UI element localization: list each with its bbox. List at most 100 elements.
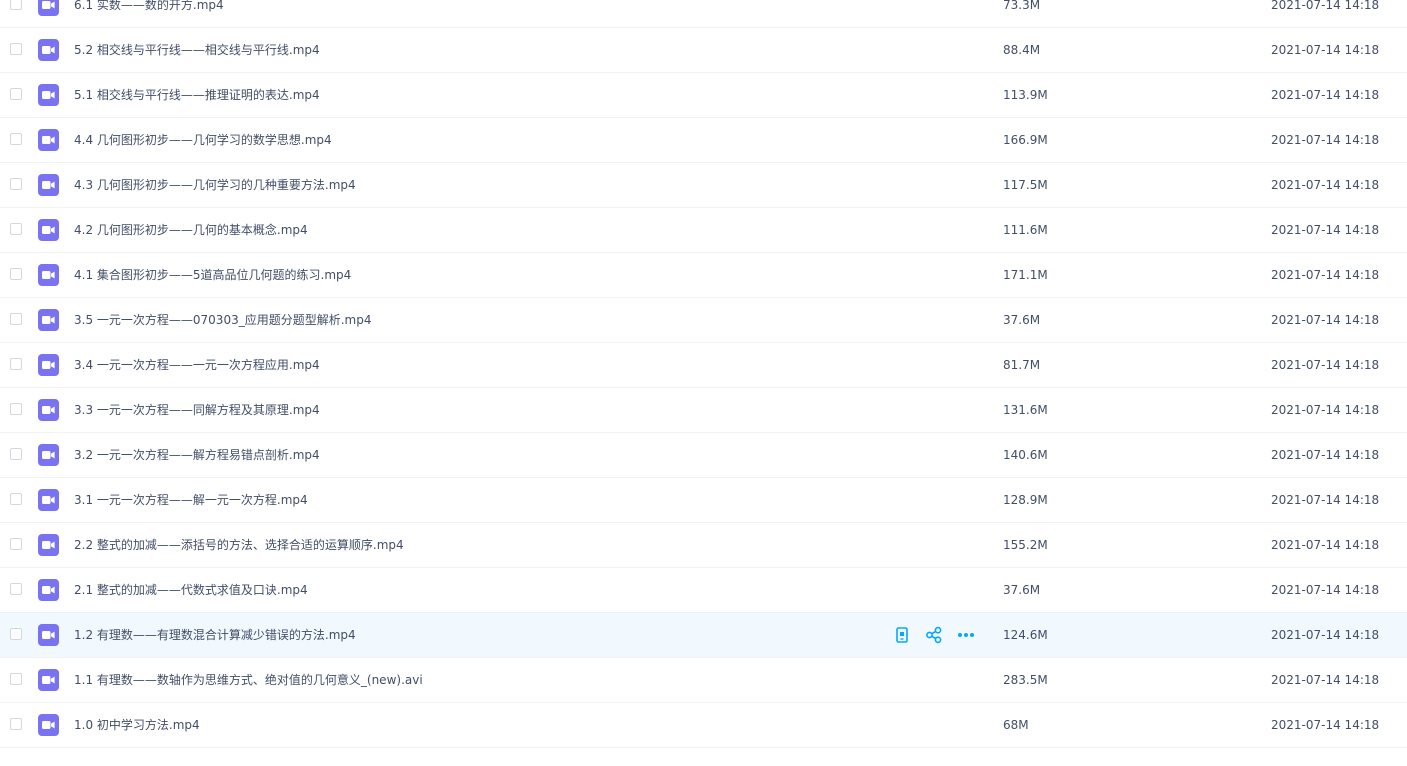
row-checkbox[interactable] xyxy=(10,223,22,235)
row-checkbox[interactable] xyxy=(10,313,22,325)
file-date: 2021-07-14 14:18 xyxy=(1271,628,1380,642)
row-checkbox[interactable] xyxy=(10,718,22,730)
file-name[interactable]: 4.4 几何图形初步——几何学习的数学思想.mp4 xyxy=(74,118,332,162)
file-row[interactable]: 4.2 几何图形初步——几何的基本概念.mp4 111.6M 2021-07-14 … xyxy=(0,208,1407,253)
file-name[interactable]: 4.1 集合图形初步——5道高品位几何题的练习.mp4 xyxy=(74,253,351,297)
video-file-icon xyxy=(38,354,59,376)
row-checkbox[interactable] xyxy=(10,268,22,280)
phone-icon[interactable] xyxy=(893,626,911,644)
file-date: 2021-07-14 14:18 xyxy=(1271,88,1380,102)
file-size: 140.6M xyxy=(1003,448,1048,462)
file-name[interactable]: 1.0 初中学习方法.mp4 xyxy=(74,703,200,747)
video-file-icon xyxy=(38,579,59,601)
file-row[interactable]: 6.1 实数——数的开方.mp4 73.3M 2021-07-14 14:18 xyxy=(0,0,1407,28)
video-file-icon xyxy=(38,174,59,196)
file-row[interactable]: 1.0 初中学习方法.mp4 68M 2021-07-14 14:18 xyxy=(0,703,1407,748)
video-file-icon xyxy=(38,669,59,691)
row-checkbox[interactable] xyxy=(10,583,22,595)
file-date: 2021-07-14 14:18 xyxy=(1271,223,1380,237)
video-file-icon xyxy=(38,444,59,466)
file-date: 2021-07-14 14:18 xyxy=(1271,403,1380,417)
file-size: 155.2M xyxy=(1003,538,1048,552)
video-file-icon xyxy=(38,84,59,106)
file-name[interactable]: 5.1 相交线与平行线——推理证明的表达.mp4 xyxy=(74,73,320,117)
row-checkbox[interactable] xyxy=(10,358,22,370)
file-size: 124.6M xyxy=(1003,628,1048,642)
more-icon[interactable] xyxy=(957,626,975,644)
row-checkbox[interactable] xyxy=(10,628,22,640)
file-name[interactable]: 4.2 几何图形初步——几何的基本概念.mp4 xyxy=(74,208,308,252)
file-name[interactable]: 5.2 相交线与平行线——相交线与平行线.mp4 xyxy=(74,28,320,72)
video-file-icon xyxy=(38,309,59,331)
row-checkbox[interactable] xyxy=(10,178,22,190)
row-checkbox[interactable] xyxy=(10,493,22,505)
file-size: 171.1M xyxy=(1003,268,1048,282)
file-date: 2021-07-14 14:18 xyxy=(1271,583,1380,597)
row-checkbox[interactable] xyxy=(10,0,22,10)
file-date: 2021-07-14 14:18 xyxy=(1271,43,1380,57)
file-date: 2021-07-14 14:18 xyxy=(1271,538,1380,552)
video-file-icon xyxy=(38,489,59,511)
file-row[interactable]: 2.1 整式的加减——代数式求值及口诀.mp4 37.6M 2021-07-14 1… xyxy=(0,568,1407,613)
file-date: 2021-07-14 14:18 xyxy=(1271,178,1380,192)
file-size: 166.9M xyxy=(1003,133,1048,147)
file-date: 2021-07-14 14:18 xyxy=(1271,448,1380,462)
file-row[interactable]: 1.1 有理数——数轴作为思维方式、绝对值的几何意义_(new).avi 283.… xyxy=(0,658,1407,703)
file-row[interactable]: 3.1 一元一次方程——解一元一次方程.mp4 128.9M 2021-07-14 … xyxy=(0,478,1407,523)
file-size: 111.6M xyxy=(1003,223,1048,237)
file-row[interactable]: 3.5 一元一次方程——070303_应用题分题型解析.mp4 37.6M 2021… xyxy=(0,298,1407,343)
file-row[interactable]: 4.4 几何图形初步——几何学习的数学思想.mp4 166.9M 2021-07-1… xyxy=(0,118,1407,163)
file-date: 2021-07-14 14:18 xyxy=(1271,718,1380,732)
video-file-icon xyxy=(38,219,59,241)
row-checkbox[interactable] xyxy=(10,403,22,415)
file-name[interactable]: 1.1 有理数——数轴作为思维方式、绝对值的几何意义_(new).avi xyxy=(74,658,423,702)
file-size: 128.9M xyxy=(1003,493,1048,507)
file-row[interactable]: 3.2 一元一次方程——解方程易错点剖析.mp4 140.6M 2021-07-14… xyxy=(0,433,1407,478)
file-name[interactable]: 2.1 整式的加减——代数式求值及口诀.mp4 xyxy=(74,568,308,612)
file-size: 68M xyxy=(1003,718,1029,732)
file-name[interactable]: 1.2 有理数——有理数混合计算减少错误的方法.mp4 xyxy=(74,613,356,657)
file-size: 88.4M xyxy=(1003,43,1041,57)
file-name[interactable]: 6.1 实数——数的开方.mp4 xyxy=(74,0,224,27)
file-name[interactable]: 3.5 一元一次方程——070303_应用题分题型解析.mp4 xyxy=(74,298,371,342)
file-list: 6.1 实数——数的开方.mp4 73.3M 2021-07-14 14:18 5.2… xyxy=(0,0,1407,748)
file-size: 37.6M xyxy=(1003,313,1041,327)
file-size: 131.6M xyxy=(1003,403,1048,417)
file-row[interactable]: 5.1 相交线与平行线——推理证明的表达.mp4 113.9M 2021-07-14… xyxy=(0,73,1407,118)
file-date: 2021-07-14 14:18 xyxy=(1271,133,1380,147)
file-date: 2021-07-14 14:18 xyxy=(1271,673,1380,687)
row-checkbox[interactable] xyxy=(10,538,22,550)
row-checkbox[interactable] xyxy=(10,88,22,100)
share-icon[interactable] xyxy=(925,626,943,644)
file-size: 117.5M xyxy=(1003,178,1048,192)
video-file-icon xyxy=(38,534,59,556)
row-checkbox[interactable] xyxy=(10,448,22,460)
row-checkbox[interactable] xyxy=(10,43,22,55)
file-name[interactable]: 3.2 一元一次方程——解方程易错点剖析.mp4 xyxy=(74,433,320,477)
video-file-icon xyxy=(38,39,59,61)
file-row[interactable]: 2.2 整式的加减——添括号的方法、选择合适的运算顺序.mp4 155.2M 202… xyxy=(0,523,1407,568)
file-name[interactable]: 3.3 一元一次方程——同解方程及其原理.mp4 xyxy=(74,388,320,432)
video-file-icon xyxy=(38,264,59,286)
file-row[interactable]: 4.3 几何图形初步——几何学习的几种重要方法.mp4 117.5M 2021-07… xyxy=(0,163,1407,208)
video-file-icon xyxy=(38,714,59,736)
file-row[interactable]: 3.4 一元一次方程——一元一次方程应用.mp4 81.7M 2021-07-14 … xyxy=(0,343,1407,388)
file-date: 2021-07-14 14:18 xyxy=(1271,268,1380,282)
file-date: 2021-07-14 14:18 xyxy=(1271,313,1380,327)
file-name[interactable]: 4.3 几何图形初步——几何学习的几种重要方法.mp4 xyxy=(74,163,356,207)
row-checkbox[interactable] xyxy=(10,673,22,685)
file-name[interactable]: 2.2 整式的加减——添括号的方法、选择合适的运算顺序.mp4 xyxy=(74,523,404,567)
file-date: 2021-07-14 14:18 xyxy=(1271,493,1380,507)
file-row[interactable]: 3.3 一元一次方程——同解方程及其原理.mp4 131.6M 2021-07-14… xyxy=(0,388,1407,433)
file-row[interactable]: 4.1 集合图形初步——5道高品位几何题的练习.mp4 171.1M 2021-07… xyxy=(0,253,1407,298)
file-row[interactable]: 1.2 有理数——有理数混合计算减少错误的方法.mp4 124.6M 2021-07… xyxy=(0,613,1407,658)
file-date: 2021-07-14 14:18 xyxy=(1271,0,1380,12)
file-date: 2021-07-14 14:18 xyxy=(1271,358,1380,372)
video-file-icon xyxy=(38,399,59,421)
file-name[interactable]: 3.1 一元一次方程——解一元一次方程.mp4 xyxy=(74,478,308,522)
row-checkbox[interactable] xyxy=(10,133,22,145)
file-size: 113.9M xyxy=(1003,88,1048,102)
file-size: 73.3M xyxy=(1003,0,1041,12)
file-name[interactable]: 3.4 一元一次方程——一元一次方程应用.mp4 xyxy=(74,343,320,387)
file-row[interactable]: 5.2 相交线与平行线——相交线与平行线.mp4 88.4M 2021-07-14 … xyxy=(0,28,1407,73)
